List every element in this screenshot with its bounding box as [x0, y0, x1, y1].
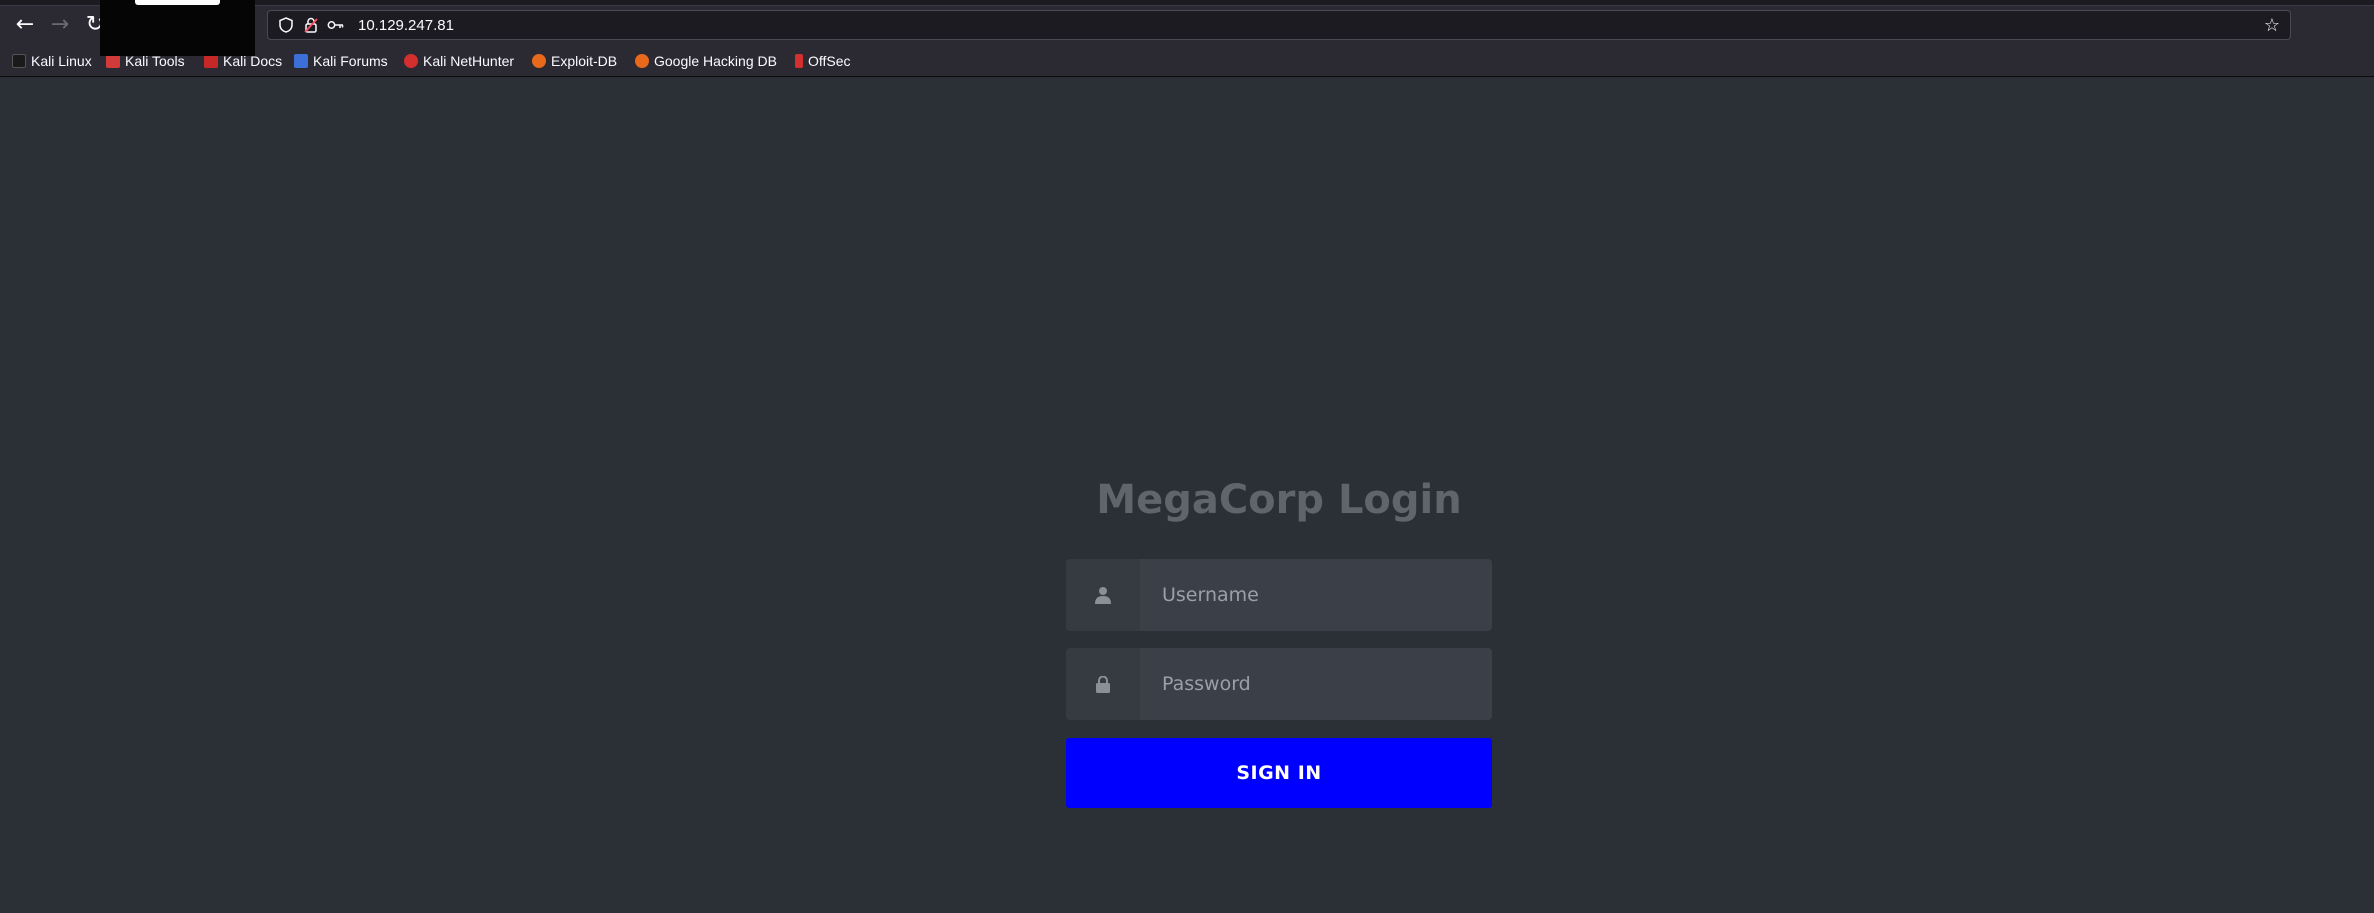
- username-field-group: [1066, 559, 1492, 631]
- bookmark-label: OffSec: [808, 53, 851, 69]
- bookmark-kali-forums[interactable]: Kali Forums: [294, 51, 388, 71]
- lock-icon[interactable]: [301, 15, 321, 35]
- page-content: MegaCorp Login SIGN IN: [0, 77, 2374, 913]
- kali-forums-icon: [294, 54, 308, 68]
- back-arrow-icon[interactable]: ←: [10, 12, 40, 38]
- bookmark-label: Kali NetHunter: [423, 53, 515, 69]
- bookmark-google-hacking-db[interactable]: Google Hacking DB: [635, 51, 777, 71]
- lock-icon: [1066, 648, 1140, 720]
- active-tab-indicator: [135, 0, 220, 5]
- url-bar[interactable]: 10.129.247.81 ☆: [267, 10, 2291, 40]
- star-icon[interactable]: ☆: [2262, 15, 2282, 36]
- bookmark-label: Kali Linux: [31, 53, 92, 69]
- kali-dragon-icon: [12, 54, 26, 68]
- forward-arrow-icon[interactable]: →: [45, 12, 75, 38]
- kali-docs-icon: [204, 54, 218, 68]
- bookmark-kali-nethunter[interactable]: Kali NetHunter: [404, 51, 514, 71]
- bookmark-label: Exploit-DB: [551, 53, 618, 69]
- tab-overlay: [100, 0, 255, 56]
- username-input[interactable]: [1140, 559, 1492, 631]
- bookmark-label: Google Hacking DB: [654, 53, 777, 69]
- bookmarks-toolbar: Kali Linux Kali Tools Kali Docs Kali For…: [0, 44, 2374, 77]
- key-icon[interactable]: [326, 15, 346, 35]
- password-field-group: [1066, 648, 1492, 720]
- exploit-db-icon: [532, 54, 546, 68]
- kali-tools-icon: [106, 54, 120, 68]
- kali-nethunter-icon: [404, 54, 418, 68]
- bookmark-exploit-db[interactable]: Exploit-DB: [532, 51, 617, 71]
- bookmark-kali-linux[interactable]: Kali Linux: [12, 51, 92, 71]
- bookmark-label: Kali Forums: [313, 53, 388, 69]
- browser-toolbar: ← → ↻ ⌂ 10.129.247.81 ☆: [0, 6, 2374, 44]
- sign-in-button[interactable]: SIGN IN: [1066, 738, 1492, 808]
- url-text[interactable]: 10.129.247.81: [358, 17, 454, 34]
- shield-icon[interactable]: [276, 15, 296, 35]
- user-icon: [1066, 559, 1140, 631]
- password-input[interactable]: [1140, 648, 1492, 720]
- google-hacking-db-icon: [635, 54, 649, 68]
- offsec-icon: [795, 54, 803, 68]
- bookmark-offsec[interactable]: OffSec: [795, 51, 851, 71]
- login-title: MegaCorp Login: [1096, 477, 1462, 523]
